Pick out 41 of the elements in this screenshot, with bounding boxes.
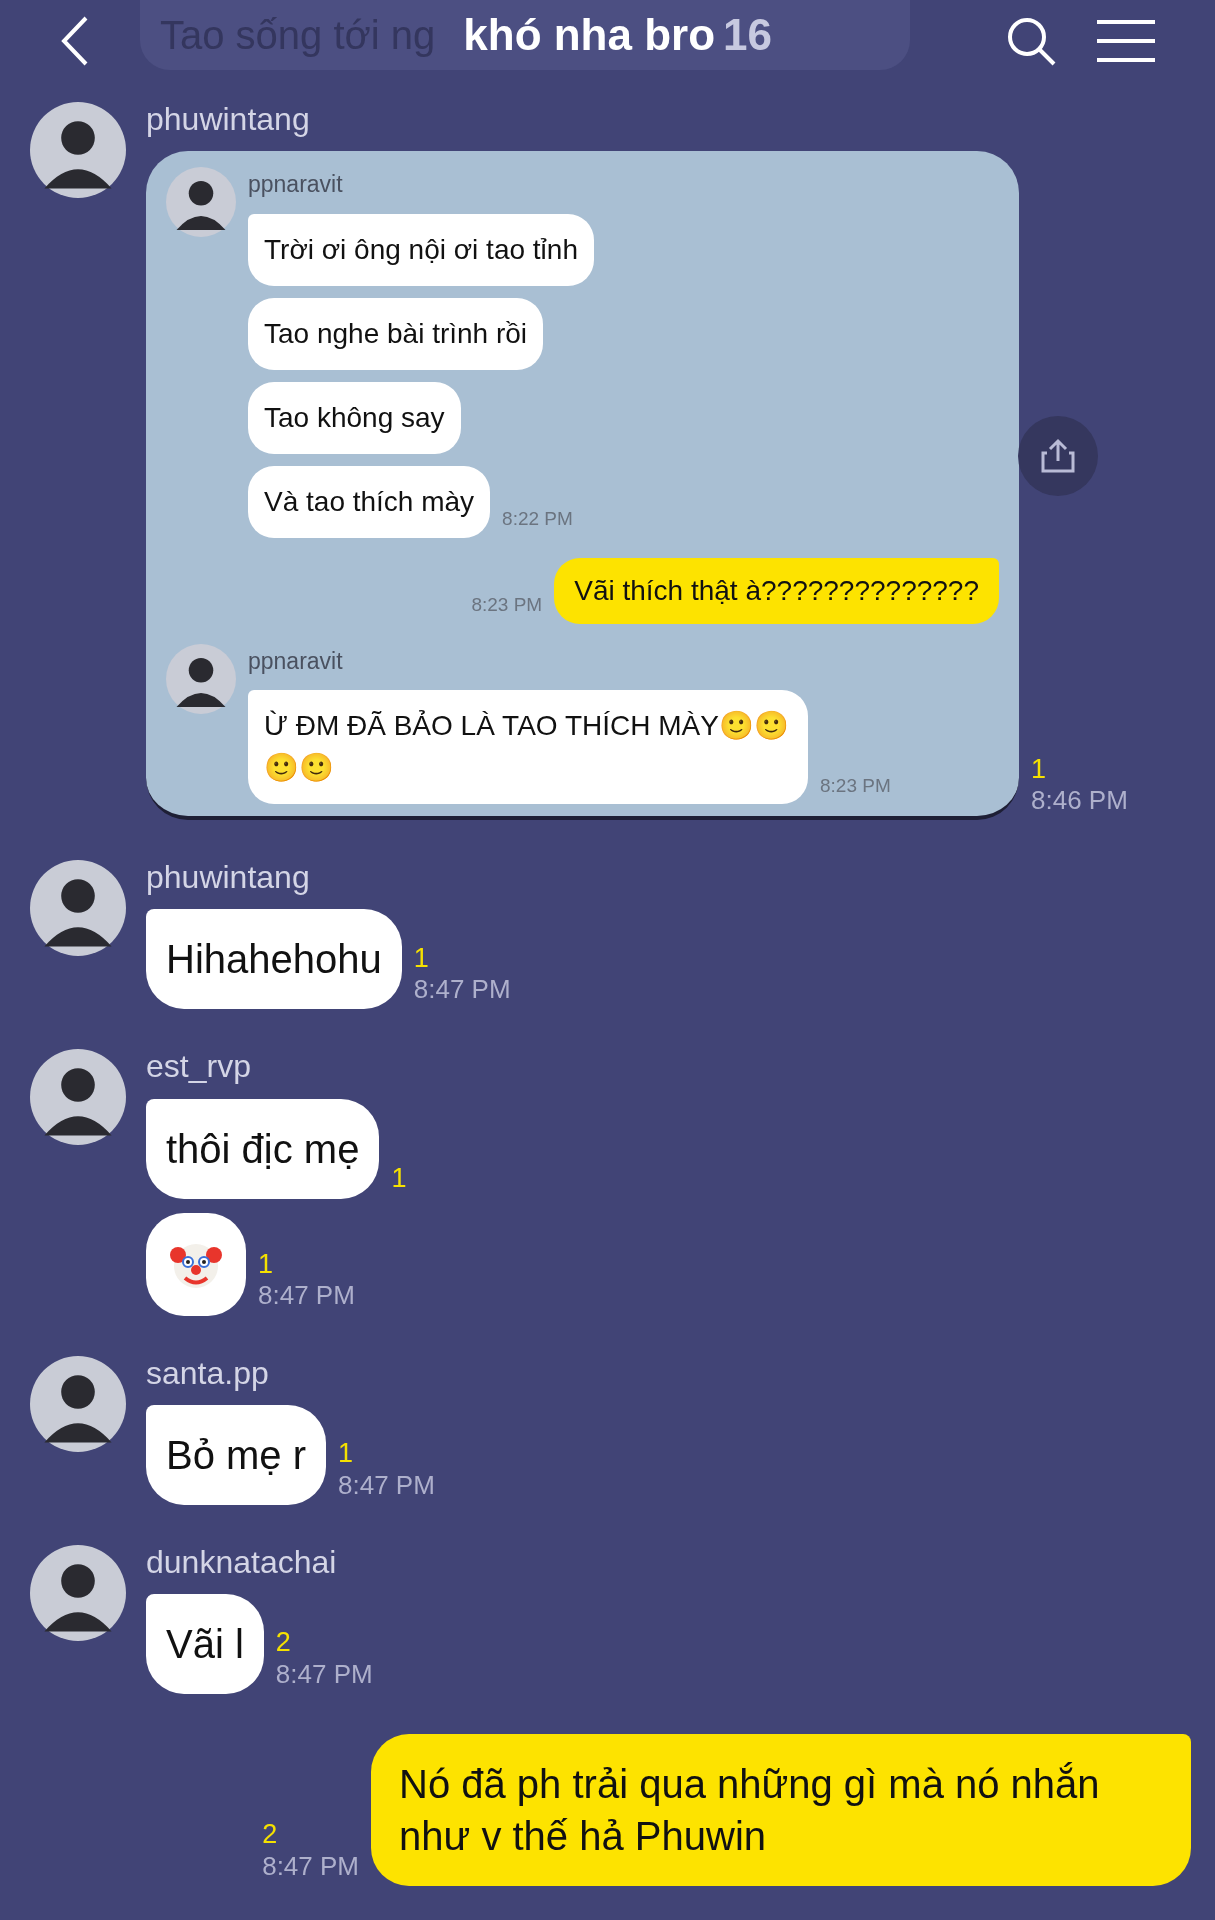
message-bubble: Và tao thích mày <box>248 465 491 538</box>
sender-name: ppnaravit <box>248 170 344 200</box>
read-count: 1 <box>1031 752 1048 785</box>
message-bubble: Tao không say <box>248 381 461 454</box>
message-bubble: Hihahehohu <box>146 909 402 1010</box>
read-count: 2 <box>275 1626 292 1659</box>
search-icon[interactable] <box>1005 15 1057 67</box>
message-time: 8:46 PM <box>1031 785 1128 817</box>
message-time: 8:23 PM <box>820 773 891 798</box>
message-time: 8:47 PM <box>338 1469 435 1501</box>
shared-screenshot[interactable]: ppnaravit Trời ơi ông nội ơi tao tỉnh Tao nghe bài trình rồi Tao không say Và tao thích mày 8:22 PM 8:23 PM Vãi thích thật à?????????????? ppnaravit Ừ ĐM ĐÃ BẢO LÀ TAO THÍCH MÀY🙂🙂🙂🙂 8:23 PM <box>146 151 1019 821</box>
message-bubble: Trời ơi ông nội ơi tao tỉnh <box>248 213 594 286</box>
sender-name: ppnaravit <box>248 646 344 676</box>
message-bubble: Tao nghe bài trình rồi <box>248 297 544 370</box>
message-bubble: Nó đã ph trải qua những gì mà nó nhắn như v thế hả Phuwin <box>371 1733 1191 1886</box>
read-count: 2 <box>262 1818 279 1851</box>
menu-icon[interactable] <box>1097 19 1155 63</box>
read-count: 1 <box>413 941 430 975</box>
message-time: 8:47 PM <box>262 1850 359 1882</box>
read-count: 1 <box>391 1162 407 1195</box>
avatar <box>166 643 236 714</box>
sender-name: santa.pp <box>146 1355 270 1391</box>
message-bubble: Bỏ mẹ r <box>146 1404 327 1505</box>
message-time: 8:47 PM <box>275 1658 373 1690</box>
chat-title: khó nha bro <box>463 9 716 61</box>
member-count: 16 <box>723 9 773 61</box>
message-time: 8:22 PM <box>502 507 573 532</box>
avatar <box>166 167 236 238</box>
message-bubble: Vãi l <box>146 1593 264 1694</box>
message-time: 8:23 PM <box>471 593 543 618</box>
read-count: 1 <box>338 1437 355 1470</box>
sender-name: dunknatachai <box>146 1544 338 1580</box>
message-bubble: Ừ ĐM ĐÃ BẢO LÀ TAO THÍCH MÀY🙂🙂🙂🙂 <box>248 690 808 805</box>
message-time: 8:47 PM <box>258 1280 355 1312</box>
message-bubble: Vãi thích thật à?????????????? <box>554 557 999 624</box>
sender-name: phuwintang <box>146 860 311 896</box>
read-count: 1 <box>258 1248 275 1281</box>
message-bubble: thôi địc mẹ <box>146 1098 380 1199</box>
message-time: 8:47 PM <box>413 974 511 1006</box>
sender-name: phuwintang <box>146 102 311 138</box>
sender-name: est_rvp <box>146 1049 252 1085</box>
